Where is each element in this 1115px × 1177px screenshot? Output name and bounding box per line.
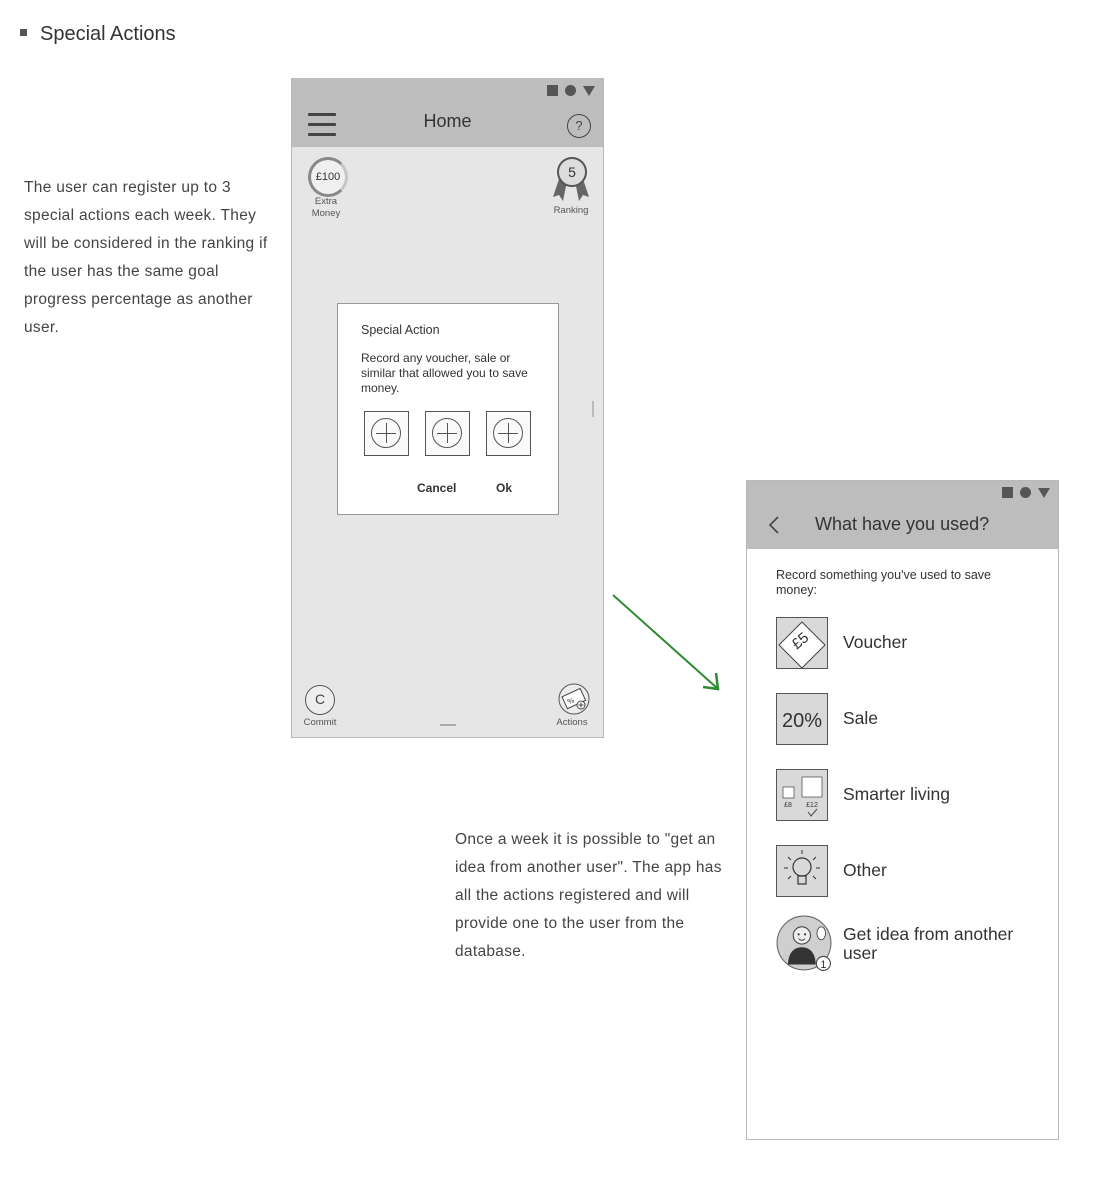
option-other[interactable]: Other [776, 845, 1046, 897]
option-label: Get idea from another user [843, 924, 1014, 963]
add-action-slot-2[interactable] [425, 411, 470, 456]
wifi-icon [565, 85, 576, 96]
flow-arrow [612, 594, 720, 691]
option-label: Voucher [843, 632, 908, 652]
user-idea-badge: 1 [820, 959, 826, 971]
scrollbar[interactable] [592, 401, 594, 417]
extra-money-ring[interactable]: £100 [308, 157, 348, 197]
battery-icon [583, 85, 595, 96]
sale-icon-text: 20% [782, 710, 822, 732]
extra-money-label-line1: Extra [314, 196, 338, 207]
extra-money-label: Extra Money [306, 196, 346, 220]
ranking-medal[interactable]: 5 [557, 157, 587, 187]
option-label: Other [843, 860, 887, 880]
signal-icon [1002, 487, 1013, 498]
description-left: The user can register up to 3 special ac… [24, 179, 268, 336]
dialog-title: Special Action [361, 323, 440, 337]
home-screen-mockup: Home ? £100 Extra Money 5 Ranking Specia… [291, 78, 604, 738]
section-title: Special Actions [40, 23, 176, 45]
actions-label: Actions [556, 717, 588, 728]
help-icon[interactable]: ? [567, 114, 591, 138]
app-bar: What have you used? [747, 481, 1058, 549]
option-sale[interactable]: 20% Sale [776, 693, 1046, 745]
commit-label: Commit [303, 717, 337, 728]
page-title: Home [423, 111, 472, 131]
add-action-slot-3[interactable] [486, 411, 531, 456]
ok-button[interactable]: Ok [496, 481, 512, 495]
cancel-button[interactable]: Cancel [417, 481, 456, 495]
ranking-label: Ranking [553, 205, 589, 216]
option-get-idea[interactable]: 1 Get idea from another user [776, 915, 1046, 971]
battery-icon [1038, 487, 1050, 498]
option-label: Sale [843, 708, 879, 728]
smarter-living-icon: £8 £12 [776, 769, 828, 821]
page-title: What have you used? [815, 514, 990, 534]
smarter-living-price-b: £12 [806, 802, 818, 809]
lightbulb-icon [776, 845, 828, 897]
used-screen-mockup: What have you used? Record something you… [746, 480, 1059, 1140]
status-bar [1002, 487, 1050, 498]
plus-icon [493, 418, 523, 448]
smarter-living-price-a: £8 [784, 802, 792, 809]
signal-icon [547, 85, 558, 96]
commit-button[interactable]: C [305, 685, 335, 715]
option-voucher[interactable]: £5 Voucher [776, 617, 1046, 669]
sale-icon: 20% [776, 693, 828, 745]
add-action-slot-1[interactable] [364, 411, 409, 456]
section-bullet [20, 29, 27, 36]
dialog-text: Record any voucher, sale or similar that… [361, 351, 528, 395]
description-bottom: Once a week it is possible to "get an id… [455, 831, 722, 960]
back-icon[interactable] [767, 515, 781, 535]
extra-money-label-line2: Money [311, 208, 341, 219]
option-smarter-living[interactable]: £8 £12 Smarter living [776, 769, 1046, 821]
app-bar: Home ? [292, 79, 603, 147]
prompt-text: Record something you've used to save mon… [776, 568, 992, 597]
plus-icon [432, 418, 462, 448]
actions-icon[interactable]: % [558, 683, 590, 715]
wifi-icon [1020, 487, 1031, 498]
voucher-icon: £5 [776, 617, 828, 669]
home-indicator [440, 724, 456, 726]
plus-icon [371, 418, 401, 448]
special-action-dialog: Special Action Record any voucher, sale … [337, 303, 559, 515]
user-idea-icon: 1 [776, 915, 832, 971]
option-label: Smarter living [843, 784, 950, 804]
status-bar [547, 85, 595, 96]
